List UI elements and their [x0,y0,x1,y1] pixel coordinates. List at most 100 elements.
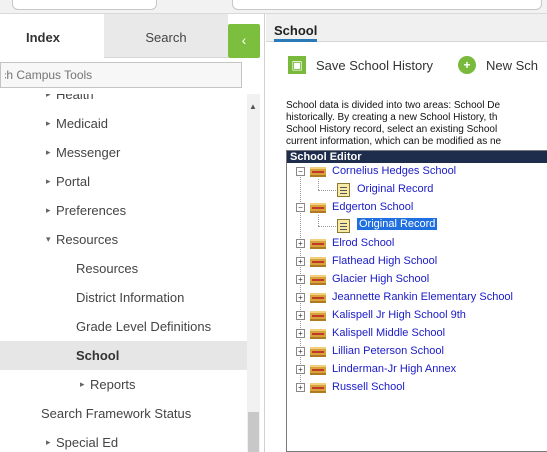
nav-item-label: Resources [76,261,139,276]
description-line: current information, which can be modifi… [286,136,502,147]
school-folder-icon [310,311,326,321]
nav-item-reports[interactable]: ▸ Reports [0,370,247,399]
description-line: School History record, select an existin… [286,124,498,135]
expand-node-icon[interactable]: + [296,347,305,356]
nav-item-school[interactable]: School [0,341,247,370]
expand-node-icon[interactable]: + [296,383,305,392]
tree-school-label[interactable]: Flathead High School [332,255,437,267]
nav-item-label: Health [56,94,94,102]
tree-school-label[interactable]: Russell School [332,381,405,393]
selected-record-label[interactable]: Original Record [357,218,438,230]
nav-item-health[interactable]: ▸ Health [0,94,247,109]
expand-node-icon[interactable]: + [296,365,305,374]
tree-school-label[interactable]: Jeannette Rankin Elementary School [332,291,513,303]
caret-right-icon[interactable]: ▸ [46,118,51,129]
caret-down-icon[interactable]: ▾ [46,234,51,245]
nav-item-resources[interactable]: ▾ Resources [0,225,247,254]
nav-item-resources[interactable]: Resources [0,254,247,283]
caret-right-icon[interactable]: ▸ [46,147,51,158]
expand-node-icon[interactable]: + [296,257,305,266]
save-school-history-button[interactable]: ▣ Save School History [288,56,448,78]
nav-item-label: Messenger [56,145,121,160]
record-document-icon [337,183,350,197]
nav-scrollbar[interactable]: ▲ [247,94,260,452]
nav-item-label: Preferences [56,203,127,218]
tree-school-label[interactable]: Linderman-Jr High Annex [332,363,456,375]
school-folder-icon [310,275,326,285]
description-line: historically. By creating a new School H… [286,112,498,123]
record-label[interactable]: Original Record [357,183,433,195]
nav-item-label: Grade Level Definitions [76,319,212,334]
school-folder-icon [310,203,326,213]
tree-school-label[interactable]: Lillian Peterson School [332,345,444,357]
caret-right-icon[interactable]: ▸ [46,176,51,187]
tree-guide-line [318,179,319,190]
nav-item-portal[interactable]: ▸ Portal [0,167,247,196]
search-campus-tools-input[interactable] [0,62,242,88]
plus-icon: + [458,56,476,74]
school-folder-icon [310,347,326,357]
collapse-node-icon[interactable]: − [296,167,305,176]
tab-search[interactable]: Search [104,14,228,58]
save-icon: ▣ [288,56,306,74]
tree-school-label[interactable]: Kalispell Middle School [332,327,445,339]
expand-node-icon[interactable]: + [296,239,305,248]
left-panel: Index Search ‹ ▸ Health ▸ Medicaid ▸ Messenge… [0,14,265,452]
school-folder-icon [310,239,326,249]
scrollbar-thumb[interactable] [248,412,259,452]
collapse-panel-button[interactable]: ‹ [228,24,260,58]
nav-item-medicaid[interactable]: ▸ Medicaid [0,109,247,138]
school-folder-icon [310,167,326,177]
nav-item-preferences[interactable]: ▸ Preferences [0,196,247,225]
expand-node-icon[interactable]: + [296,275,305,284]
save-school-history-label: Save School History [316,58,434,73]
nav-list: ▸ Health ▸ Medicaid ▸ Messenger ▸ Portal ▸ Prefer… [0,94,247,452]
nav-item-label: Portal [56,174,90,189]
nav-item-search-framework-status[interactable]: Search Framework Status [0,399,247,428]
nav-item-label: District Information [76,290,185,305]
caret-right-icon[interactable]: ▸ [46,94,51,100]
description-line: School data is divided into two areas: S… [286,100,501,111]
caret-right-icon[interactable]: ▸ [46,437,51,448]
nav-item-grade-level-definitions[interactable]: Grade Level Definitions [0,312,247,341]
tree-school-label[interactable]: Cornelius Hedges School [332,165,456,177]
tree-school-label[interactable]: Edgerton School [332,201,413,213]
tree-guide-line [318,226,336,227]
nav-item-label: Search Framework Status [41,406,192,421]
tree-guide-line [318,215,319,226]
left-tabs: Index Search ‹ [0,14,265,58]
top-pill-right [232,0,542,10]
scroll-up-icon[interactable]: ▲ [249,102,257,111]
tree-school-label[interactable]: Glacier High School [332,273,429,285]
new-school-label: New Sch [486,58,539,73]
record-document-icon [337,219,350,233]
nav-item-messenger[interactable]: ▸ Messenger [0,138,247,167]
tab-school[interactable]: School [274,14,318,42]
nav-item-label: Resources [56,232,119,247]
expand-node-icon[interactable]: + [296,329,305,338]
top-strip [0,0,547,14]
right-panel: School ▣ Save School History + New Sch S… [266,14,547,452]
caret-right-icon[interactable]: ▸ [46,205,51,216]
tab-index[interactable]: Index [0,14,104,58]
nav-item-district-information[interactable]: District Information [0,283,247,312]
caret-right-icon[interactable]: ▸ [80,379,85,390]
nav-item-special-ed[interactable]: ▸ Special Ed [0,428,247,452]
nav-item-label: School [76,348,120,363]
tree-school-label[interactable]: Elrod School [332,237,394,249]
school-folder-icon [310,329,326,339]
tree-school-label[interactable]: Kalispell Jr High School 9th [332,309,466,321]
top-pill-left [12,0,157,10]
tree-guide-line [318,190,336,191]
school-folder-icon [310,293,326,303]
nav-item-label: Reports [90,377,136,392]
collapse-node-icon[interactable]: − [296,203,305,212]
nav-item-label: Medicaid [56,116,109,131]
school-description: School data is divided into two areas: S… [286,100,547,148]
new-school-button[interactable]: + New Sch [458,56,547,78]
chevron-left-icon: ‹ [241,32,247,48]
school-editor-title: School Editor [287,151,547,163]
expand-node-icon[interactable]: + [296,293,305,302]
expand-node-icon[interactable]: + [296,311,305,320]
nav-item-label: Special Ed [56,435,119,450]
